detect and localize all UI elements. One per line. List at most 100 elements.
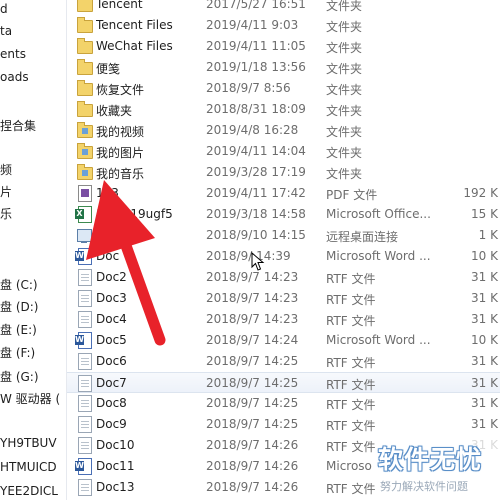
document-icon	[78, 479, 92, 496]
navigation-pane: d ta ents oads 捏合集频片乐盘 (C:) 盘 (D:) 盘 (E:) 盘 (F:…	[0, 0, 66, 500]
file-size: 1 K	[478, 228, 498, 242]
file-row[interactable]: Tencent Files 2019/4/11 9:03 文件夹	[67, 15, 500, 36]
file-date: 2017/5/27 16:51	[206, 0, 306, 11]
nav-item[interactable]: HTMUICD	[0, 460, 57, 474]
file-name: Doc11	[96, 459, 135, 473]
nav-item[interactable]: 盘 (D:)	[0, 298, 38, 315]
watermark-title: 软件无忧	[378, 445, 483, 474]
file-row[interactable]: 收藏夹 2018/8/31 18:09 文件夹	[67, 99, 500, 120]
file-row[interactable]: 我的视频 2019/4/8 16:28 文件夹	[67, 120, 500, 141]
file-name: 我的图片	[96, 146, 145, 160]
file-name: Doc4	[96, 312, 127, 326]
file-date: 2019/4/11 11:05	[206, 39, 306, 53]
folder-icon	[77, 17, 93, 33]
pdf-icon	[78, 185, 92, 202]
file-row[interactable]: 171 319ugf52019/3/18 14:58Microsoft Offi…	[67, 204, 500, 225]
file-date: 2018/9/7 14:23	[206, 291, 299, 305]
file-date: 2018/9/7 14:25	[206, 396, 299, 410]
file-type: 文件夹	[326, 62, 363, 76]
file-row[interactable]: Def 2018/9/10 14:15 远程桌面连接 1 K	[67, 225, 500, 246]
file-list: Tencent 2017/5/27 16:51 文件夹 Tencent Files 20…	[67, 0, 500, 500]
file-type: 文件夹	[326, 146, 363, 160]
file-type: 文件夹	[326, 104, 363, 118]
file-row[interactable]: 恢复文件 2018/9/7 8:56 文件夹	[67, 78, 500, 99]
word-icon	[75, 248, 92, 265]
nav-item[interactable]: 盘 (E:)	[0, 321, 37, 338]
file-date: 2018/8/31 18:09	[206, 102, 306, 116]
file-row[interactable]: Doc3 2018/9/7 14:23 RTF 文件 31 K	[67, 288, 500, 309]
file-name: Doc5	[96, 333, 127, 347]
file-row[interactable]: Doc4 2018/9/7 14:23 RTF 文件 31 K	[67, 309, 500, 330]
file-date: 2019/1/18 13:56	[206, 60, 306, 74]
file-name: 恢复文件	[96, 83, 145, 97]
file-date: 2018/9/7 14:26	[206, 438, 299, 452]
nav-item[interactable]: 片	[0, 183, 12, 200]
file-name: 123	[96, 186, 119, 200]
file-row[interactable]: Doc2 2018/9/7 14:23 RTF 文件 31 K	[67, 267, 500, 288]
rdp-icon	[77, 229, 92, 243]
file-date: 2019/3/18 14:58	[206, 207, 306, 221]
file-name: Def	[96, 228, 117, 242]
file-row[interactable]: 我的音乐 2019/3/28 17:19 文件夹	[67, 162, 500, 183]
file-row[interactable]: 便笺 2019/1/18 13:56 文件夹	[67, 57, 500, 78]
file-date: 2019/4/11 17:42	[206, 186, 306, 200]
nav-item[interactable]: YEE2DICL	[0, 484, 58, 498]
file-name: Doc3	[96, 291, 127, 305]
file-row[interactable]: 我的图片 2019/4/11 14:04 文件夹	[67, 141, 500, 162]
file-row[interactable]: Doc9 2018/9/7 14:25 RTF 文件 31 K	[67, 414, 500, 435]
file-type: 文件夹	[326, 41, 363, 55]
document-icon	[78, 311, 92, 328]
document-icon	[78, 375, 92, 392]
file-name: 收藏夹	[96, 104, 133, 118]
document-icon	[78, 353, 92, 370]
file-name: Doc8	[96, 396, 127, 410]
file-name: Tencent	[96, 0, 143, 11]
watermark: 软件无忧 努力解决软件问题	[376, 438, 500, 500]
media-folder-icon	[77, 143, 93, 159]
nav-item[interactable]: W 驱动器 (	[0, 390, 60, 407]
nav-item[interactable]: 盘 (F:)	[0, 344, 35, 361]
document-icon	[78, 437, 92, 454]
file-row[interactable]: 123 2019/4/11 17:42 PDF 文件 192 K	[67, 183, 500, 204]
file-size: 31 K	[471, 417, 498, 431]
file-row[interactable]: Doc7 2018/9/7 14:25 RTF 文件 31 K	[67, 372, 500, 393]
media-folder-icon	[77, 164, 93, 180]
nav-item[interactable]: 乐	[0, 205, 12, 222]
file-size: 192 K	[463, 186, 498, 200]
nav-item[interactable]: ta	[0, 24, 12, 38]
file-name: 171 319ugf5	[96, 207, 173, 221]
folder-icon	[77, 59, 93, 75]
file-row[interactable]: WeChat Files 2019/4/11 11:05 文件夹	[67, 36, 500, 57]
file-name: Doc10	[96, 438, 135, 452]
nav-item[interactable]: ents	[0, 47, 26, 61]
file-date: 2019/4/8 16:28	[206, 123, 299, 137]
document-icon	[78, 290, 92, 307]
file-name: Doc6	[96, 354, 127, 368]
file-row[interactable]: Doc6 2018/9/7 14:25 RTF 文件 31 K	[67, 351, 500, 372]
file-date: 2018/9/10 14:15	[206, 228, 306, 242]
nav-item[interactable]: d	[0, 2, 8, 16]
nav-item[interactable]: oads	[0, 70, 29, 84]
file-type: 文件夹	[326, 125, 363, 139]
nav-item[interactable]: 盘 (G:)	[0, 368, 39, 385]
word-icon	[75, 458, 92, 475]
file-name: 我的视频	[96, 125, 145, 139]
file-size: 31 K	[471, 291, 498, 305]
file-row[interactable]: Doc2018/9/ 14:39Microsoft Word ...10 K	[67, 246, 500, 267]
file-row[interactable]: Tencent 2017/5/27 16:51 文件夹	[67, 0, 500, 15]
file-name: Doc	[96, 249, 120, 263]
file-size: 31 K	[471, 270, 498, 284]
file-type: 文件夹	[326, 83, 363, 97]
nav-item[interactable]: 盘 (C:)	[0, 276, 38, 293]
file-date: 2018/9/7 14:25	[206, 417, 299, 431]
nav-item[interactable]: YH9TBUV	[0, 436, 57, 450]
file-size: 10 K	[471, 249, 498, 263]
file-size: 31 K	[471, 312, 498, 326]
file-row[interactable]: Doc52018/9/7 14:24Microsoft Word ...10 K	[67, 330, 500, 351]
file-type: 文件夹	[326, 167, 363, 181]
file-row[interactable]: Doc8 2018/9/7 14:25 RTF 文件 31 K	[67, 393, 500, 414]
folder-icon	[77, 80, 93, 96]
nav-item[interactable]: 频	[0, 161, 12, 178]
document-icon	[78, 416, 92, 433]
nav-item[interactable]: 捏合集	[0, 117, 36, 134]
